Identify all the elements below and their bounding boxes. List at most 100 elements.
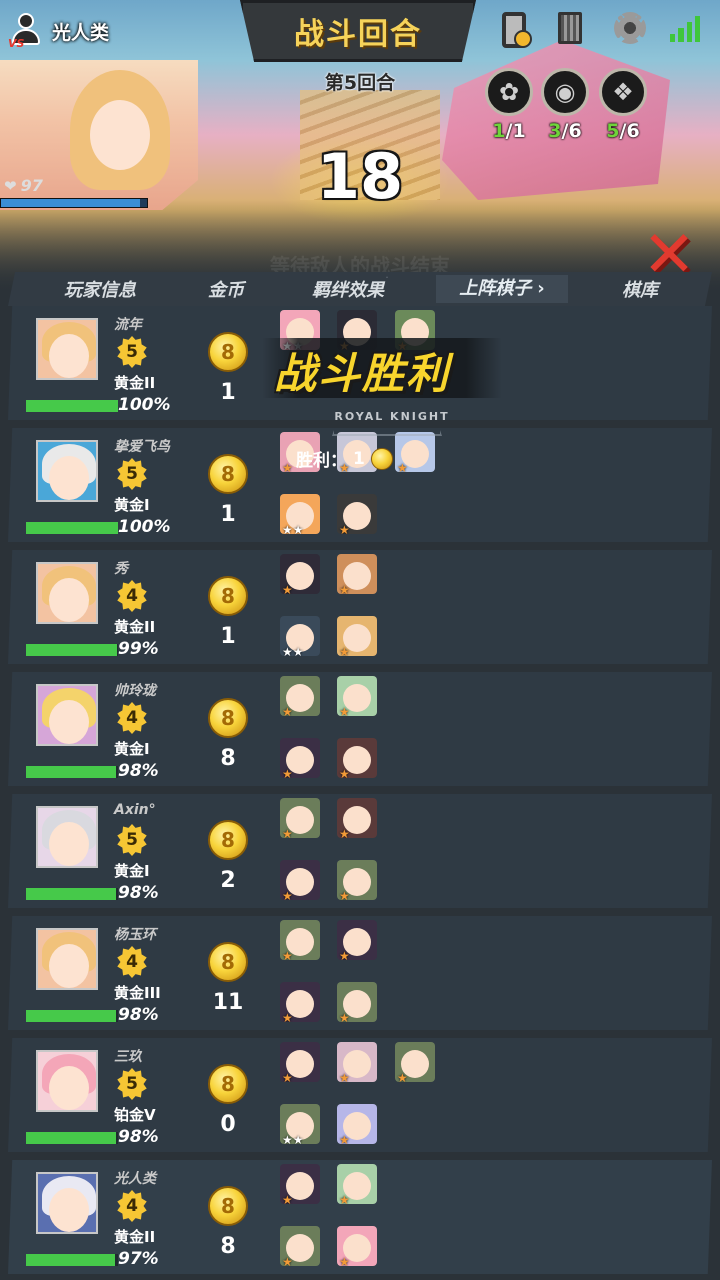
chevron-right-icon: › (537, 278, 545, 299)
player-name: 流年 (114, 317, 142, 333)
health-bar (26, 1132, 118, 1144)
avatar[interactable] (36, 1050, 98, 1112)
avatar[interactable] (36, 440, 98, 502)
health-bar (26, 522, 118, 534)
avatar[interactable] (36, 1172, 98, 1234)
tab-gold[interactable]: 金币 (192, 276, 260, 302)
chess-piece[interactable]: ★ (337, 676, 377, 716)
win-count: 胜利： 1 (296, 446, 393, 471)
chess-piece[interactable]: ★ (280, 1226, 320, 1266)
gold-count: 8 (220, 746, 236, 771)
chess-piece[interactable]: ★ (337, 494, 377, 534)
book-icon[interactable] (558, 12, 594, 52)
player-row[interactable]: 三玖 5 铂金V 98% 8 0 ★ ★ ★ ★★ ★ (8, 1038, 712, 1152)
health-percent: 97% (118, 1249, 159, 1269)
player-name: 光人类 (114, 1171, 156, 1187)
player-name: 三玖 (114, 1049, 142, 1065)
star-icon: ★ (282, 1071, 293, 1082)
chess-piece[interactable]: ★ (280, 554, 320, 594)
synergy-flower[interactable]: ✿ 1/1 (482, 68, 536, 142)
health-percent: 99% (118, 639, 159, 659)
chess-piece[interactable]: ★ (280, 860, 320, 900)
player-row[interactable]: 光人类 4 黄金II 97% 8 8 ★ ★ ★ ★ (8, 1160, 712, 1274)
level-badge: 5 (117, 824, 147, 856)
chess-piece[interactable]: ★ (280, 676, 320, 716)
star-icon: ★★ (282, 523, 304, 534)
chess-piece[interactable]: ★ (395, 1042, 435, 1082)
vs-user-icon: VS (8, 11, 44, 51)
star-icon: ★ (339, 1133, 350, 1144)
chess-piece[interactable]: ★ (280, 920, 320, 960)
chess-piece[interactable]: ★★ (280, 1104, 320, 1144)
chess-piece[interactable]: ★ (337, 798, 377, 838)
top-icons (502, 12, 706, 52)
player-name: 挚爱飞鸟 (114, 439, 170, 455)
chess-piece[interactable]: ★ (337, 1226, 377, 1266)
chess-piece[interactable]: ★ (337, 920, 377, 960)
health-bar (26, 644, 118, 656)
deployed-pieces: ★ ★ ★ ★ (280, 676, 480, 786)
avatar[interactable] (36, 928, 98, 990)
synergy-eye[interactable]: ◉ 3/6 (538, 68, 592, 142)
level-badge: 4 (117, 1190, 147, 1222)
top-user[interactable]: VS 光人类 (8, 8, 208, 54)
synergy-scroll[interactable]: ❖ 5/6 (596, 68, 650, 142)
level-badge: 4 (117, 702, 147, 734)
chess-piece[interactable]: ★ (395, 432, 435, 472)
health-percent: 98% (118, 761, 159, 781)
deployed-pieces: ★ ★ ★ ★ (280, 798, 480, 908)
tab-synergy[interactable]: 羁绊效果 (260, 276, 436, 302)
title-banner: 战斗回合 (240, 0, 476, 62)
rank-label: 黄金I (114, 862, 150, 880)
star-icon: ★ (339, 889, 350, 900)
flower-icon: ✿ (498, 78, 520, 106)
star-icon: ★ (282, 949, 293, 960)
chess-piece[interactable]: ★ (280, 982, 320, 1022)
chess-piece[interactable]: ★ (337, 738, 377, 778)
coin-icon: 8 (208, 332, 248, 372)
chess-piece[interactable]: ★ (337, 982, 377, 1022)
hp-badge: ❤ 97 (4, 176, 43, 195)
tab-player-info[interactable]: 玩家信息 (8, 276, 192, 302)
player-row[interactable]: 帅玲珑 4 黄金I 98% 8 8 ★ ★ ★ ★ (8, 672, 712, 786)
star-icon: ★ (339, 645, 350, 656)
chess-piece[interactable]: ★ (337, 860, 377, 900)
coin-icon: 8 (208, 698, 248, 738)
star-icon: ★★ (282, 1133, 304, 1144)
tab-deployed-pieces[interactable]: 上阵棋子 › (436, 275, 568, 303)
star-icon: ★★ (282, 645, 304, 656)
player-row[interactable]: 秀 4 黄金II 99% 8 1 ★ ★ ★★ ★ (8, 550, 712, 664)
chess-piece[interactable]: ★ (280, 1164, 320, 1204)
star-icon: ★ (282, 705, 293, 716)
phone-sync-icon[interactable] (502, 12, 538, 52)
chess-piece[interactable]: ★ (337, 616, 377, 656)
chess-piece[interactable]: ★ (337, 1104, 377, 1144)
chess-piece[interactable]: ★ (280, 1042, 320, 1082)
chess-piece[interactable]: ★ (337, 1042, 377, 1082)
avatar[interactable] (36, 684, 98, 746)
avatar[interactable] (36, 562, 98, 624)
rank-label: 黄金I (114, 740, 150, 758)
star-icon: ★ (282, 1255, 293, 1266)
player-row[interactable]: 杨玉环 4 黄金III 98% 8 11 ★ ★ ★ ★ (8, 916, 712, 1030)
chess-piece[interactable]: ★ (337, 554, 377, 594)
player-row[interactable]: Axin° 5 黄金I 98% 8 2 ★ ★ ★ ★ (8, 794, 712, 908)
chess-piece[interactable]: ★ (337, 1164, 377, 1204)
health-bar (26, 888, 118, 900)
health-bar (26, 1010, 118, 1022)
chess-piece[interactable]: ★ (280, 738, 320, 778)
health-percent: 100% (118, 395, 171, 415)
chess-piece[interactable]: ★ (280, 798, 320, 838)
star-icon: ★ (282, 1011, 293, 1022)
deployed-pieces: ★ ★ ★ ★★ ★ (280, 1042, 480, 1152)
tab-piece-library[interactable]: 棋库 (568, 276, 712, 302)
health-percent: 98% (118, 1005, 159, 1025)
victory-overlay: 战斗胜利 ROYAL KNIGHT (262, 276, 502, 436)
gear-icon[interactable] (614, 12, 650, 52)
chess-piece[interactable]: ★★ (280, 616, 320, 656)
avatar[interactable] (36, 806, 98, 868)
health-percent: 100% (118, 517, 171, 537)
avatar[interactable] (36, 318, 98, 380)
tab-header: 玩家信息 金币 羁绊效果 上阵棋子 › 棋库 (8, 272, 712, 306)
chess-piece[interactable]: ★★ (280, 494, 320, 534)
